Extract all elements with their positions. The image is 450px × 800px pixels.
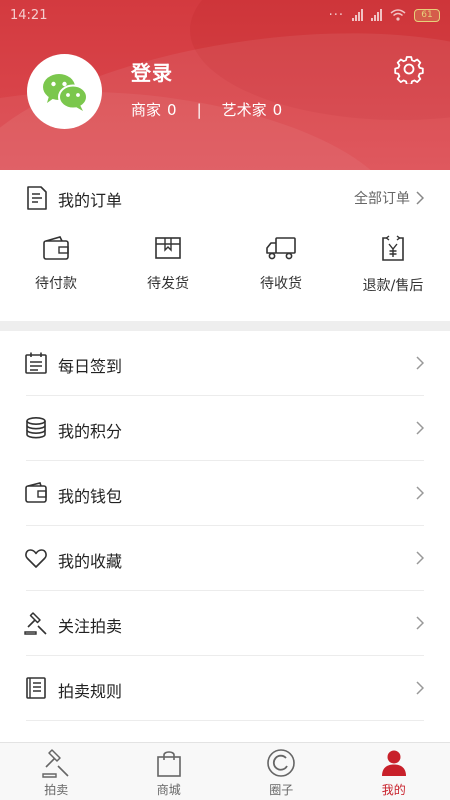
order-pending-receipt[interactable]: 待收货: [225, 230, 337, 310]
gavel-icon: [24, 612, 47, 635]
orders-title: 我的订单: [58, 191, 123, 210]
order-item-label: 待发货: [147, 276, 189, 292]
menu-followed-auctions[interactable]: 关注拍卖: [0, 591, 450, 656]
tab-mine[interactable]: 我的: [338, 743, 450, 800]
chevron-right-icon: [416, 486, 424, 500]
menu-daily-checkin[interactable]: 每日签到: [0, 331, 450, 396]
section-divider: [0, 321, 450, 331]
login-button[interactable]: 登录: [131, 57, 173, 86]
signal-icon: [371, 9, 382, 21]
wallet-icon: [25, 482, 47, 503]
menu-item-label: 关注拍卖: [58, 617, 123, 636]
gear-icon[interactable]: [394, 54, 424, 84]
shopping-bag-icon: [156, 751, 181, 777]
menu-list: 每日签到 我的积分 我的钱包 我的收藏 关注拍卖 拍卖规则: [0, 331, 450, 721]
status-bar: 14:21 ··· 61: [0, 0, 450, 30]
all-orders-label: 全部订单: [354, 191, 410, 207]
order-status-row: 待付款 待发货 待收货 退款/售后: [0, 230, 450, 310]
wechat-icon: [42, 73, 88, 111]
order-item-label: 待付款: [35, 276, 77, 292]
menu-auction-rules[interactable]: 拍卖规则: [0, 656, 450, 721]
wifi-icon: [390, 9, 406, 21]
package-icon: [155, 237, 181, 259]
order-pending-payment[interactable]: 待付款: [0, 230, 112, 310]
chevron-right-icon: [416, 551, 424, 565]
account-stats: 商家 0 | 艺术家 0: [131, 99, 282, 120]
stats-separator: |: [196, 100, 202, 119]
battery-icon: 61: [414, 8, 440, 22]
chevron-right-icon: [416, 616, 424, 630]
artist-count: 0: [272, 100, 283, 119]
merchant-label: 商家: [131, 101, 162, 119]
coins-icon: [26, 416, 46, 439]
menu-item-label: 我的钱包: [58, 487, 123, 506]
profile-header: 14:21 ··· 61 登录 商家 0 | 艺术家 0: [0, 0, 450, 170]
chevron-right-icon: [416, 191, 424, 205]
order-list-icon: [27, 186, 47, 210]
menu-item-label: 我的收藏: [58, 552, 123, 571]
order-item-label: 退款/售后: [362, 278, 424, 294]
avatar[interactable]: [27, 54, 102, 129]
chevron-right-icon: [416, 421, 424, 435]
menu-my-points[interactable]: 我的积分: [0, 396, 450, 461]
dots-icon: ···: [328, 7, 344, 23]
menu-my-wallet[interactable]: 我的钱包: [0, 461, 450, 526]
signal-icon: [352, 9, 363, 21]
tab-label: 我的: [381, 783, 406, 797]
order-refund[interactable]: 退款/售后: [337, 230, 449, 310]
menu-my-favorites[interactable]: 我的收藏: [0, 526, 450, 591]
menu-item-label: 每日签到: [58, 357, 123, 376]
tab-circle[interactable]: 圈子: [225, 743, 338, 800]
tab-mall[interactable]: 商城: [113, 743, 226, 800]
status-time: 14:21: [10, 7, 48, 23]
tab-label: 圈子: [269, 783, 294, 797]
rules-icon: [26, 677, 46, 699]
circle-icon: [267, 749, 296, 777]
orders-header: 我的订单 全部订单: [0, 170, 450, 224]
wallet-icon: [43, 236, 69, 260]
merchant-count: 0: [167, 100, 177, 119]
menu-item-label: 拍卖规则: [58, 682, 123, 701]
bottom-navigation: 拍卖 商城 圈子 我的: [0, 742, 450, 800]
row-divider: [26, 720, 424, 721]
calendar-icon: [25, 352, 47, 374]
chevron-right-icon: [416, 356, 424, 370]
auction-icon: [42, 749, 69, 778]
chevron-right-icon: [416, 681, 424, 695]
refund-icon: [382, 235, 404, 261]
tab-label: 拍卖: [44, 783, 69, 797]
user-icon: [381, 750, 406, 776]
menu-item-label: 我的积分: [58, 422, 123, 441]
order-item-label: 待收货: [260, 276, 302, 292]
artist-label: 艺术家: [221, 101, 267, 119]
heart-icon: [25, 549, 47, 568]
order-pending-shipment[interactable]: 待发货: [112, 230, 224, 310]
tab-label: 商城: [156, 783, 181, 797]
all-orders-link[interactable]: 全部订单: [354, 188, 424, 208]
truck-icon: [266, 237, 296, 260]
tab-auction[interactable]: 拍卖: [0, 743, 113, 800]
